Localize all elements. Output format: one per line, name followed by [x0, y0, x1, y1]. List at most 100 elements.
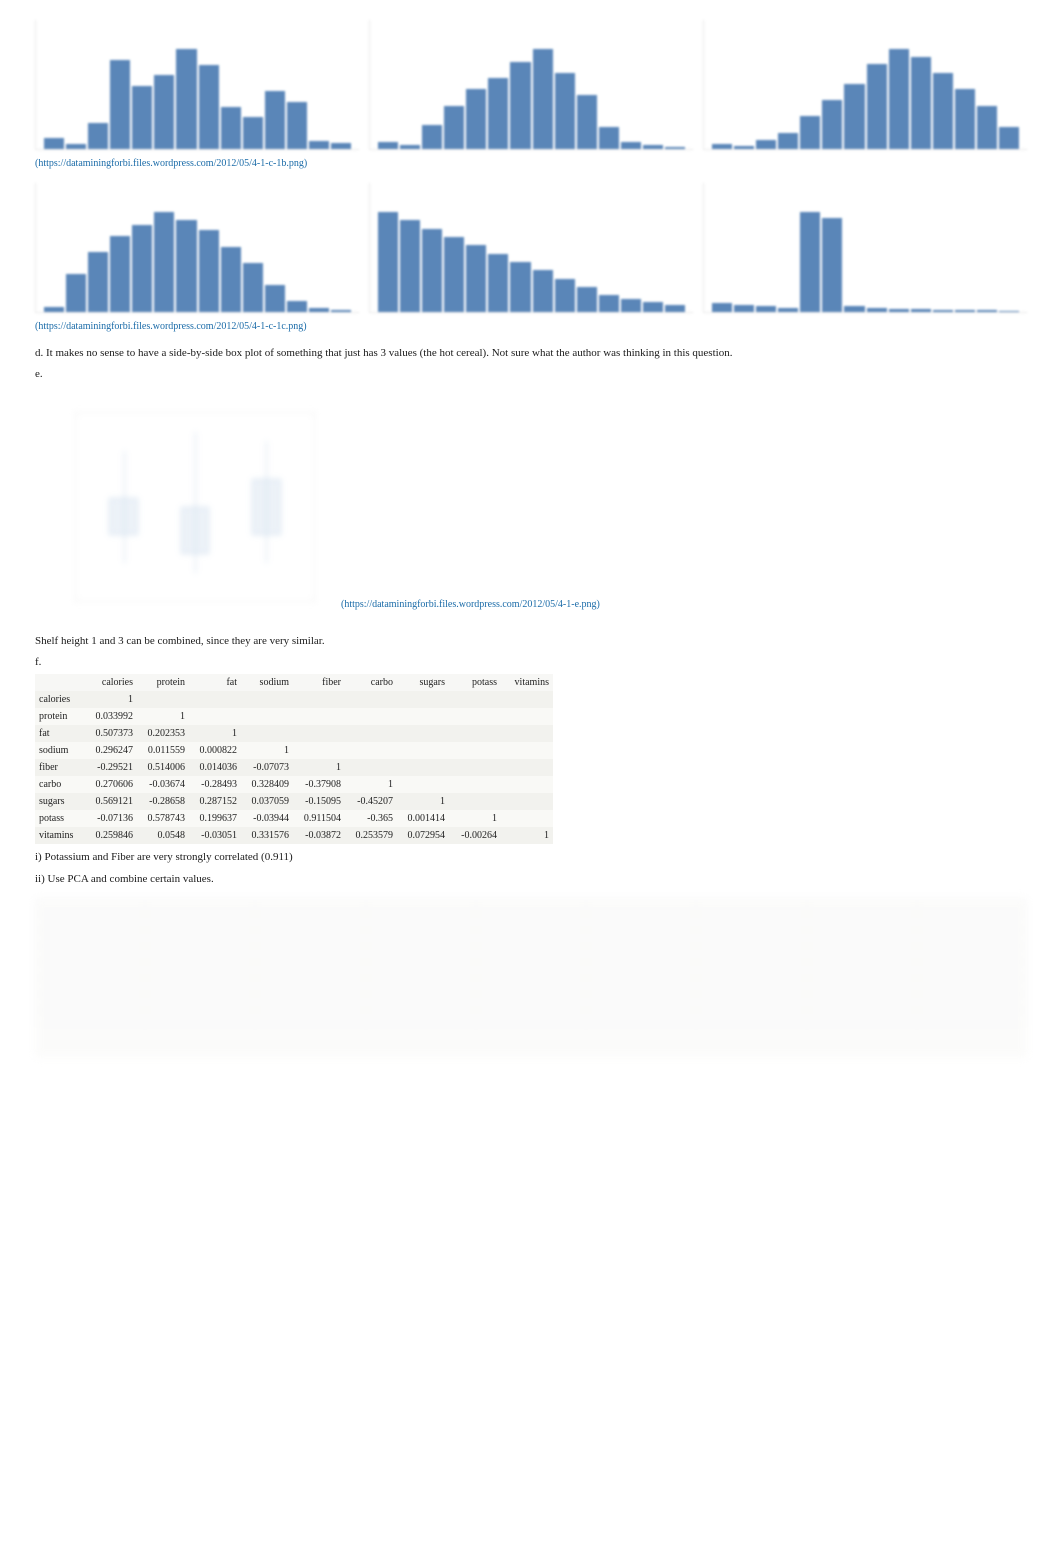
- cell: 1: [137, 708, 189, 725]
- histogram-6: [703, 183, 1027, 313]
- boxplot-wrap: (https://dataminingforbi.files.wordpress…: [35, 386, 1027, 628]
- row-label: protein: [35, 708, 85, 725]
- cell: [241, 708, 293, 725]
- cell: [449, 691, 501, 708]
- paragraph-shelf: Shelf height 1 and 3 can be combined, si…: [35, 634, 1027, 650]
- table-row: fat0.5073730.2023531: [35, 725, 553, 742]
- table-header: fiber: [293, 674, 345, 691]
- cell: -0.00264: [449, 827, 501, 844]
- table-row: vitamins0.2598460.0548-0.030510.331576-0…: [35, 827, 553, 844]
- paragraph-d: d. It makes no sense to have a side-by-s…: [35, 346, 1027, 362]
- cell: [293, 725, 345, 742]
- cell: 0.911504: [293, 810, 345, 827]
- cell: [189, 691, 241, 708]
- cell: [397, 742, 449, 759]
- table-row: calories1: [35, 691, 553, 708]
- histogram-3: [703, 20, 1027, 150]
- row-label: vitamins: [35, 827, 85, 844]
- cell: 0.0548: [137, 827, 189, 844]
- cell: 1: [293, 759, 345, 776]
- cell: [345, 725, 397, 742]
- table-header: calories: [85, 674, 137, 691]
- cell: [501, 793, 553, 810]
- paragraph-fi: i) Potassium and Fiber are very strongly…: [35, 850, 1027, 866]
- table-header: carbo: [345, 674, 397, 691]
- cell: [345, 759, 397, 776]
- cell: -0.365: [345, 810, 397, 827]
- table-header-row: caloriesproteinfatsodiumfibercarbosugars…: [35, 674, 553, 691]
- cell: -0.37908: [293, 776, 345, 793]
- cell: 0.514006: [137, 759, 189, 776]
- label-e: e.: [35, 368, 1027, 380]
- cell: [449, 708, 501, 725]
- table-header: vitamins: [501, 674, 553, 691]
- image-link-3[interactable]: (https://dataminingforbi.files.wordpress…: [341, 599, 600, 610]
- label-f: f.: [35, 656, 1027, 668]
- cell: [397, 725, 449, 742]
- cell: 0.296247: [85, 742, 137, 759]
- table-header: sodium: [241, 674, 293, 691]
- cell: 0.578743: [137, 810, 189, 827]
- cell: [501, 742, 553, 759]
- cell: [293, 691, 345, 708]
- row-label: calories: [35, 691, 85, 708]
- cell: [501, 810, 553, 827]
- cell: 0.259846: [85, 827, 137, 844]
- cell: 0.270606: [85, 776, 137, 793]
- cell: [449, 759, 501, 776]
- cell: [449, 725, 501, 742]
- table-header: sugars: [397, 674, 449, 691]
- scatter-matrix-image: [35, 898, 1027, 1058]
- row-label: sodium: [35, 742, 85, 759]
- cell: 0.000822: [189, 742, 241, 759]
- cell: [501, 691, 553, 708]
- cell: 0.507373: [85, 725, 137, 742]
- cell: 0.287152: [189, 793, 241, 810]
- histogram-2: [369, 20, 693, 150]
- histogram-row-2: [35, 183, 1027, 313]
- cell: 1: [397, 793, 449, 810]
- cell: -0.03051: [189, 827, 241, 844]
- cell: 1: [501, 827, 553, 844]
- cell: [501, 725, 553, 742]
- table-header: [35, 674, 85, 691]
- cell: 0.199637: [189, 810, 241, 827]
- image-link-1[interactable]: (https://dataminingforbi.files.wordpress…: [35, 158, 1027, 169]
- bars: [712, 212, 1019, 312]
- cell: [345, 708, 397, 725]
- table-row: carbo0.270606-0.03674-0.284930.328409-0.…: [35, 776, 553, 793]
- cell: [189, 708, 241, 725]
- table-row: potass-0.071360.5787430.199637-0.039440.…: [35, 810, 553, 827]
- cell: -0.03872: [293, 827, 345, 844]
- table-header: fat: [189, 674, 241, 691]
- cell: [397, 708, 449, 725]
- row-label: potass: [35, 810, 85, 827]
- cell: -0.45207: [345, 793, 397, 810]
- cell: [449, 793, 501, 810]
- histogram-5: [369, 183, 693, 313]
- cell: -0.03674: [137, 776, 189, 793]
- cell: 0.331576: [241, 827, 293, 844]
- cell: -0.29521: [85, 759, 137, 776]
- image-link-2[interactable]: (https://dataminingforbi.files.wordpress…: [35, 321, 1027, 332]
- table-row: protein0.0339921: [35, 708, 553, 725]
- cell: -0.28493: [189, 776, 241, 793]
- histogram-1: [35, 20, 359, 150]
- paragraph-fii: ii) Use PCA and combine certain values.: [35, 872, 1027, 888]
- cell: 0.202353: [137, 725, 189, 742]
- cell: -0.15095: [293, 793, 345, 810]
- cell: 1: [85, 691, 137, 708]
- cell: 0.569121: [85, 793, 137, 810]
- cell: 0.328409: [241, 776, 293, 793]
- bars: [44, 212, 351, 312]
- cell: [293, 708, 345, 725]
- row-label: fat: [35, 725, 85, 742]
- cell: 0.014036: [189, 759, 241, 776]
- table-row: fiber-0.295210.5140060.014036-0.070731: [35, 759, 553, 776]
- cell: [241, 691, 293, 708]
- cell: [449, 742, 501, 759]
- cell: 0.253579: [345, 827, 397, 844]
- row-label: carbo: [35, 776, 85, 793]
- table-header: potass: [449, 674, 501, 691]
- row-label: fiber: [35, 759, 85, 776]
